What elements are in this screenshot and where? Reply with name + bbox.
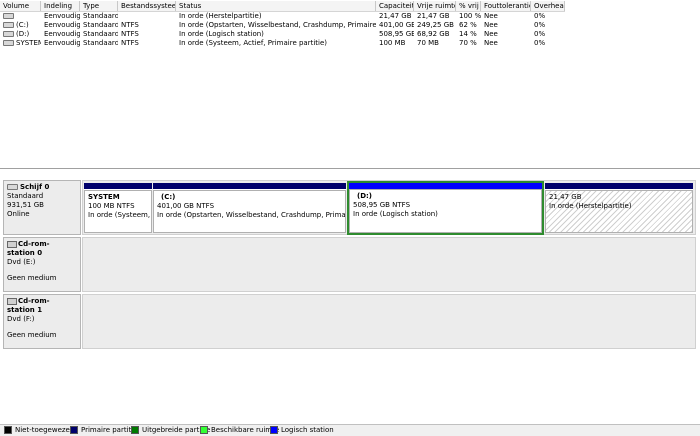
drive-icon — [3, 22, 14, 28]
legend-swatch — [70, 426, 78, 434]
column-status[interactable]: Status — [176, 1, 376, 11]
drive-icon — [3, 31, 14, 37]
column-bestandssysteem[interactable]: Bestandssysteem — [118, 1, 176, 11]
partition-recovery[interactable]: 21,47 GB In orde (Herstelpartitie) — [545, 183, 693, 233]
partition-bar — [84, 183, 152, 189]
legend-swatch — [4, 426, 12, 434]
disk-icon — [7, 184, 18, 190]
column-capaciteit[interactable]: Capaciteit — [376, 1, 414, 11]
cdrom-1-label[interactable]: Cd-rom-station 1 Dvd (F:) Geen medium — [3, 294, 81, 349]
legend-swatch — [200, 426, 208, 434]
legend-unallocated: Niet-toegewezen — [4, 426, 74, 435]
volume-row[interactable]: (C:) Eenvoudig Standaard NTFS In orde (O… — [0, 21, 565, 30]
legend-swatch — [270, 426, 278, 434]
cdrom-1-area[interactable] — [82, 294, 696, 349]
partition-c[interactable]: (C:) 401,00 GB NTFS In orde (Opstarten, … — [153, 183, 346, 233]
disk-0-label[interactable]: Schijf 0 Standaard 931,51 GB Online — [3, 180, 81, 235]
column-type[interactable]: Type — [80, 1, 118, 11]
legend-logical: Logisch station — [270, 426, 334, 435]
partition-system[interactable]: SYSTEM 100 MB NTFS In orde (Systeem, Ac — [84, 183, 152, 233]
column-vrije-ruimte[interactable]: Vrije ruimte — [414, 1, 456, 11]
column-percent-vrij[interactable]: % vrij — [456, 1, 481, 11]
volume-list: Volume Indeling Type Bestandssysteem Sta… — [0, 0, 700, 169]
cdrom-0-label[interactable]: Cd-rom-station 0 Dvd (E:) Geen medium — [3, 237, 81, 292]
disk-0-partitions: SYSTEM 100 MB NTFS In orde (Systeem, Ac … — [82, 180, 696, 235]
legend-swatch — [131, 426, 139, 434]
column-overhead[interactable]: Overhead — [531, 1, 565, 11]
cdrom-icon — [7, 240, 17, 248]
column-fouttolerantie[interactable]: Fouttolerantie — [481, 1, 531, 11]
volume-row[interactable]: (D:) Eenvoudig Standaard NTFS In orde (L… — [0, 30, 565, 39]
legend-extended: Uitgebreide partitie — [131, 426, 210, 435]
partition-d[interactable]: (D:) 508,95 GB NTFS In orde (Logisch sta… — [347, 181, 544, 235]
cdrom-icon — [7, 297, 17, 305]
legend-free-space: Beschikbare ruimte — [200, 426, 279, 435]
partition-bar — [153, 183, 346, 189]
graphical-view: Schijf 0 Standaard 931,51 GB Online SYST… — [0, 172, 700, 420]
column-indeling[interactable]: Indeling — [41, 1, 80, 11]
column-volume[interactable]: Volume — [0, 1, 41, 11]
legend-primary: Primaire partitie — [70, 426, 138, 435]
cdrom-0-area[interactable] — [82, 237, 696, 292]
volume-row[interactable]: Eenvoudig Standaard In orde (Herstelpart… — [0, 12, 565, 21]
drive-icon — [3, 13, 14, 19]
drive-icon — [3, 40, 14, 46]
partition-bar — [545, 183, 693, 189]
column-header-row: Volume Indeling Type Bestandssysteem Sta… — [0, 1, 565, 12]
volume-row[interactable]: SYSTEM Eenvoudig Standaard NTFS In orde … — [0, 39, 565, 48]
legend: Niet-toegewezen Primaire partitie Uitgeb… — [0, 424, 700, 436]
